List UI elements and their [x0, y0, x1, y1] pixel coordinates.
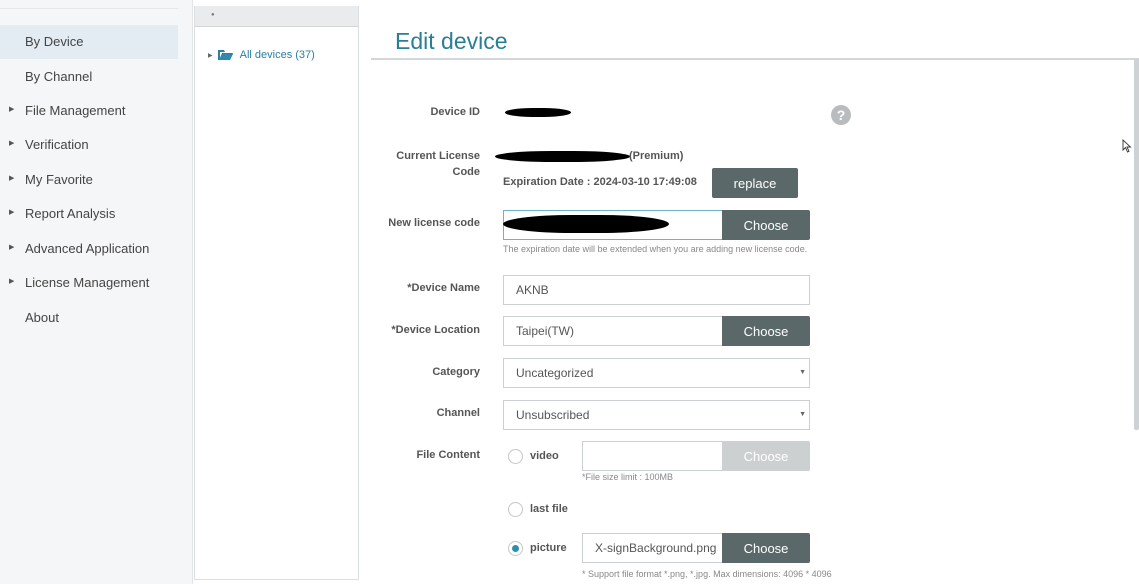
sidebar-item-label: Advanced Application — [25, 241, 150, 256]
tree-node-label: All devices (37) — [239, 49, 315, 61]
picture-file-input[interactable]: X-signBackground.png — [582, 533, 723, 563]
help-icon[interactable]: ? — [831, 105, 851, 125]
sidebar-item-file-management[interactable]: ▶ File Management — [0, 94, 178, 128]
caret-right-icon: ▶ — [9, 278, 15, 285]
sidebar-item-label: By Device — [25, 34, 84, 49]
device-location-input[interactable]: Taipei(TW) — [503, 316, 723, 346]
edit-device-panel: Edit device ? Device ID Current License … — [360, 6, 1139, 584]
new-license-hint: The expiration date will be extended whe… — [503, 244, 808, 254]
device-tree-panel: ● ▶ All devices (37) — [194, 6, 359, 580]
sidebar-item-label: About — [25, 310, 59, 325]
device-name-label: *Device Name — [407, 282, 480, 294]
vertical-scrollbar[interactable] — [1134, 58, 1139, 430]
sidebar-divider — [0, 8, 178, 9]
sidebar-item-my-favorite[interactable]: ▶ My Favorite — [0, 163, 178, 197]
caret-right-icon[interactable]: ▶ — [208, 52, 213, 59]
expiration-date-text: Expiration Date : 2024-03-10 17:49:08 — [503, 176, 697, 188]
video-size-hint: *File size limit : 100MB — [582, 472, 674, 482]
sidebar-item-label: License Management — [25, 275, 150, 290]
picture-choose-button[interactable]: Choose — [722, 533, 810, 563]
redacted-license-code — [495, 151, 630, 162]
new-license-label: New license code — [388, 217, 480, 229]
picture-format-hint: * Support file format *.png, *.jpg. Max … — [582, 569, 832, 579]
tree-node-all-devices[interactable]: ▶ All devices (37) — [208, 49, 315, 61]
channel-label: Channel — [436, 407, 480, 419]
sidebar-item-label: Report Analysis — [25, 206, 116, 221]
folder-open-icon — [217, 49, 234, 61]
sidebar-item-label: File Management — [25, 103, 126, 118]
video-choose-button: Choose — [722, 441, 810, 471]
sidebar-item-license-management[interactable]: ▶ License Management — [0, 266, 178, 300]
category-label: Category — [432, 366, 480, 378]
new-license-choose-button[interactable]: Choose — [722, 210, 810, 240]
device-location-label: *Device Location — [391, 324, 480, 336]
sidebar-item-by-channel[interactable]: By Channel — [0, 60, 178, 94]
sidebar-item-label: By Channel — [25, 69, 93, 84]
sidebar-item-by-device[interactable]: By Device — [0, 25, 178, 59]
dropdown-arrow-icon: ▼ — [799, 411, 806, 418]
title-divider — [371, 58, 1139, 60]
device-name-input[interactable]: AKNB — [503, 275, 810, 305]
sidebar-item-verification[interactable]: ▶ Verification — [0, 128, 178, 162]
last-file-radio-label[interactable]: last file — [530, 503, 568, 515]
dropdown-arrow-icon: ▼ — [799, 369, 806, 376]
caret-right-icon: ▶ — [9, 244, 15, 251]
license-tier-text: (Premium) — [629, 150, 684, 162]
video-radio[interactable] — [508, 449, 523, 464]
redacted-new-license — [503, 215, 669, 233]
channel-select-value: Unsubscribed — [516, 408, 590, 422]
sidebar: By Device By Channel ▶ File Management ▶… — [0, 0, 193, 584]
sidebar-item-about[interactable]: About — [0, 301, 178, 335]
sidebar-item-label: Verification — [25, 137, 89, 152]
last-file-radio[interactable] — [508, 502, 523, 517]
category-select[interactable]: Uncategorized ▼ — [503, 358, 810, 388]
collapse-handle-icon[interactable]: ● — [211, 12, 215, 18]
caret-right-icon: ▶ — [9, 140, 15, 147]
channel-select[interactable]: Unsubscribed ▼ — [503, 400, 810, 430]
mouse-cursor-icon — [1122, 138, 1132, 158]
caret-right-icon: ▶ — [9, 175, 15, 182]
page-title: Edit device — [395, 28, 508, 54]
sidebar-item-label: My Favorite — [25, 172, 93, 187]
category-select-value: Uncategorized — [516, 366, 594, 380]
sidebar-item-report-analysis[interactable]: ▶ Report Analysis — [0, 197, 178, 231]
file-content-label: File Content — [416, 449, 480, 461]
current-license-label: Current License Code — [396, 150, 480, 178]
video-file-input[interactable] — [582, 441, 723, 471]
redacted-device-id — [505, 108, 571, 117]
caret-right-icon: ▶ — [9, 209, 15, 216]
sidebar-item-advanced-application[interactable]: ▶ Advanced Application — [0, 232, 178, 266]
device-id-label: Device ID — [430, 106, 480, 118]
video-radio-label[interactable]: video — [530, 450, 559, 462]
device-location-choose-button[interactable]: Choose — [722, 316, 810, 346]
tree-header: ● — [195, 6, 358, 27]
replace-button[interactable]: replace — [712, 168, 798, 198]
caret-right-icon: ▶ — [9, 106, 15, 113]
picture-radio-label[interactable]: picture — [530, 542, 567, 554]
picture-radio[interactable] — [508, 541, 523, 556]
